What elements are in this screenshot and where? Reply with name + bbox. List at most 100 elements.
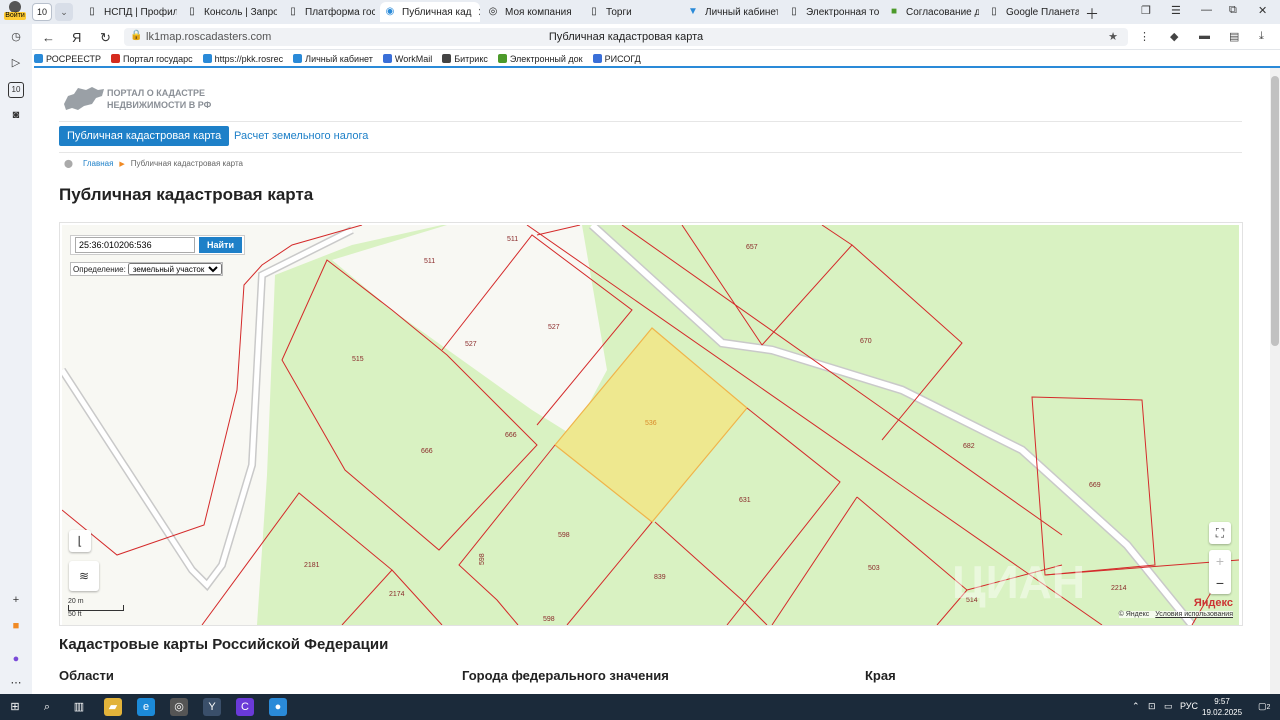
- tab-console[interactable]: ▯ Консоль | Запро: [182, 2, 277, 22]
- app-icon[interactable]: ■: [8, 620, 24, 636]
- reload-icon[interactable]: ↻: [100, 30, 111, 46]
- extension-icon[interactable]: ▬: [1199, 30, 1210, 42]
- parcel-label: 598: [558, 532, 570, 539]
- web-page: ПОРТАЛ О КАДАСТРЕ НЕДВИЖИМОСТИ В РФ Публи…: [34, 68, 1270, 694]
- notification-count: 2: [1266, 704, 1271, 711]
- parcel-label: 515: [352, 356, 364, 363]
- breadcrumb-current: Публичная кадастровая карта: [130, 159, 243, 168]
- yandex-logo[interactable]: Яндекс: [1194, 597, 1233, 609]
- layers-icon[interactable]: ≋: [69, 561, 99, 591]
- bookmark-electronic-doc[interactable]: Электронный док: [497, 54, 583, 64]
- bookmark-rosreestr[interactable]: РОСРЕЕСТР: [34, 54, 101, 64]
- site-logo[interactable]: ПОРТАЛ О КАДАСТРЕ НЕДВИЖИМОСТИ В РФ: [62, 84, 262, 114]
- column-regions: Области: [59, 668, 114, 683]
- counter-icon[interactable]: 10: [8, 82, 24, 98]
- app-icon[interactable]: ●: [269, 698, 287, 716]
- minimize-icon[interactable]: —: [1201, 4, 1212, 16]
- camera-icon[interactable]: ◙: [8, 109, 24, 125]
- close-tab-icon[interactable]: ✕: [477, 6, 480, 19]
- tab-torgi[interactable]: ▯ Торги: [584, 2, 679, 22]
- more-panel-icon[interactable]: ⋯: [8, 676, 24, 692]
- fullscreen-icon[interactable]: ⛶: [1209, 522, 1231, 544]
- page-scrollbar[interactable]: [1270, 68, 1280, 694]
- tray-icon[interactable]: ⊡: [1148, 701, 1156, 712]
- tab-public-cadastral-map[interactable]: ◉ Публичная кад ✕: [380, 2, 480, 22]
- extension-icon[interactable]: ◆: [1170, 30, 1178, 43]
- page-title-in-bar: Публичная кадастровая карта: [548, 31, 704, 43]
- restore-icon[interactable]: ⧉: [1229, 4, 1237, 17]
- parcel-label: 666: [505, 432, 517, 439]
- history-icon[interactable]: ◷: [8, 30, 24, 46]
- alice-icon[interactable]: ●: [8, 653, 24, 669]
- bookmark-gov-portal[interactable]: Портал государс: [111, 54, 193, 64]
- downloads-icon[interactable]: ⤓: [1259, 30, 1264, 43]
- back-icon[interactable]: ←: [42, 30, 55, 45]
- add-panel-icon[interactable]: +: [8, 594, 24, 610]
- scrollbar-thumb[interactable]: [1271, 76, 1279, 346]
- tab-my-company[interactable]: ◎ Моя компания: [483, 2, 578, 22]
- menu-public-map[interactable]: Публичная кадастровая карта: [59, 126, 230, 146]
- definition-select[interactable]: земельный участок: [127, 263, 222, 275]
- tab-label: Моя компания: [505, 6, 572, 18]
- parcel-label-selected: 536: [645, 420, 657, 427]
- play-icon[interactable]: ▷: [8, 56, 24, 72]
- bookmark-risogd[interactable]: РИСОГД: [592, 54, 641, 64]
- app-icon[interactable]: ◎: [170, 698, 188, 716]
- bookmark-workmail[interactable]: WorkMail: [382, 53, 433, 64]
- close-window-icon[interactable]: ✕: [1258, 4, 1267, 17]
- tab-google-earth[interactable]: ▯ Google Планета: [984, 2, 1079, 22]
- file-explorer-icon[interactable]: ▰: [104, 698, 122, 716]
- tab-collections-icon[interactable]: ❐: [1141, 4, 1151, 17]
- tab-label: Электронная тор: [806, 6, 879, 18]
- url-field[interactable]: 🔒 lk1map.roscadasters.com Публичная када…: [124, 28, 1128, 46]
- edge-icon[interactable]: e: [137, 698, 155, 716]
- search-icon[interactable]: ⌕: [38, 698, 56, 716]
- parcel-label: 2214: [1111, 585, 1127, 592]
- account-button[interactable]: Войти: [4, 1, 26, 23]
- yandex-logo-icon[interactable]: Я: [72, 30, 81, 45]
- bookmark-label: WorkMail: [394, 53, 433, 64]
- bookmark-favicon-icon: [202, 54, 212, 63]
- task-view-icon[interactable]: ▥: [70, 698, 88, 716]
- ruler-icon[interactable]: ⌊: [69, 530, 91, 552]
- app-icon[interactable]: C: [236, 698, 254, 716]
- parcel-label: 527: [465, 341, 477, 348]
- zoom-out-icon[interactable]: −: [1209, 572, 1231, 594]
- bookmark-icon[interactable]: ★: [1108, 30, 1118, 43]
- breadcrumb-arrow-icon: ▶: [119, 160, 125, 168]
- reader-icon[interactable]: ▤: [1229, 30, 1239, 43]
- cadastral-number-input[interactable]: [75, 237, 195, 253]
- yandex-browser-icon[interactable]: Y: [203, 698, 221, 716]
- parcel-label: 511: [507, 236, 518, 243]
- breadcrumb-home[interactable]: Главная: [83, 159, 113, 168]
- tab-count-button[interactable]: 10: [32, 3, 52, 21]
- search-button[interactable]: Найти: [199, 237, 242, 253]
- tray-chevron-icon[interactable]: ⌃: [1132, 701, 1140, 712]
- notification-icon[interactable]: ▢2: [1258, 701, 1270, 712]
- menu-land-tax[interactable]: Расчет земельного налога: [234, 130, 368, 142]
- zoom-control: + −: [1209, 550, 1231, 594]
- bookmark-personal-cabinet[interactable]: Личный кабинет: [293, 54, 373, 64]
- tab-nspd[interactable]: ▯ НСПД | Профиль: [82, 2, 177, 22]
- tab-personal-cabinet[interactable]: ▼ Личный кабинет: [683, 2, 778, 22]
- tab-platform[interactable]: ▯ Платформа госу: [283, 2, 375, 22]
- tab-electronic-trade[interactable]: ▯ Электронная тор: [784, 2, 879, 22]
- bookmark-favicon-icon: [592, 54, 602, 63]
- terms-link[interactable]: Условия использования: [1155, 611, 1233, 618]
- more-icon[interactable]: ⋮: [1139, 30, 1150, 43]
- lang-indicator[interactable]: РУС: [1180, 701, 1198, 711]
- clock[interactable]: 9:57 19.02.2025: [1202, 696, 1242, 718]
- parcel-label: 511: [424, 258, 435, 265]
- network-icon[interactable]: ▭: [1164, 701, 1173, 712]
- russia-map-icon: [64, 87, 104, 110]
- tab-approval[interactable]: ■ Согласование до: [884, 2, 979, 22]
- bookmark-pkk[interactable]: https://pkk.rosrec: [202, 54, 283, 64]
- tabs-dropdown-button[interactable]: ⌄: [55, 3, 73, 21]
- cadastral-map[interactable]: 511 511 657 527 527 515 670 536 666 666 …: [62, 225, 1239, 625]
- zoom-in-icon[interactable]: +: [1209, 550, 1231, 572]
- bookmark-bitrix[interactable]: Битрикс: [442, 54, 488, 64]
- windows-start-icon[interactable]: ⊞: [6, 698, 24, 716]
- menu-icon[interactable]: ☰: [1171, 4, 1181, 17]
- address-bar-row: ← Я ↻ 🔒 lk1map.roscadasters.com Публична…: [0, 24, 1280, 50]
- new-tab-icon[interactable]: ＋: [1085, 4, 1099, 24]
